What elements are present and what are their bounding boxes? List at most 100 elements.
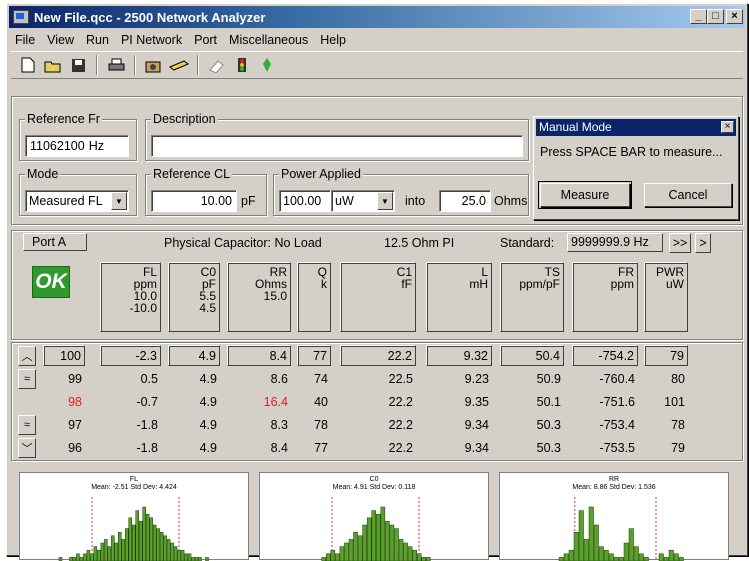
- histogram-bar: [643, 557, 649, 561]
- histogram-bar: [403, 542, 408, 561]
- cell-q: 77: [314, 440, 328, 455]
- menu-miscellaneous[interactable]: Miscellaneous: [223, 33, 314, 47]
- histogram-bar: [578, 510, 584, 561]
- histogram-bar: [128, 517, 133, 561]
- histogram-bar: [114, 542, 119, 561]
- next-all-button[interactable]: >>: [669, 233, 691, 253]
- new-file-icon[interactable]: [17, 54, 39, 76]
- histogram-bar: [69, 557, 73, 561]
- column-header-fr: FR ppm: [572, 262, 638, 332]
- histogram-bar: [339, 546, 345, 561]
- row-id[interactable]: 97: [43, 414, 85, 435]
- up-icon: ︿: [21, 351, 33, 363]
- cell-c0: 4.9: [199, 394, 217, 409]
- histogram-bar: [100, 542, 105, 561]
- power-applied-input[interactable]: 100.00: [279, 190, 331, 212]
- camera-icon[interactable]: [143, 54, 165, 76]
- chevron-down-icon[interactable]: ▼: [377, 192, 393, 210]
- menu-file[interactable]: File: [9, 33, 41, 47]
- menu-view[interactable]: View: [41, 33, 80, 47]
- histogram-plot: [558, 497, 684, 561]
- cell-ts: 50.3: [536, 440, 561, 455]
- histogram-bar: [658, 553, 664, 561]
- reference-cl-label: Reference CL: [151, 167, 233, 181]
- tape-icon[interactable]: [168, 54, 190, 76]
- mode-select[interactable]: Measured FL ▼: [25, 190, 129, 212]
- cell-c1: 22.5: [388, 371, 413, 386]
- histogram-bar: [145, 513, 150, 561]
- pi-network-label: 12.5 Ohm PI: [384, 236, 455, 250]
- page-up-button[interactable]: ≈: [18, 369, 36, 389]
- mode-label: Mode: [25, 167, 61, 181]
- menu-port[interactable]: Port: [188, 33, 223, 47]
- menu-run[interactable]: Run: [80, 33, 115, 47]
- traffic-light-icon[interactable]: [231, 54, 253, 76]
- histogram-title: C0: [369, 476, 379, 483]
- histogram-bar: [357, 535, 363, 561]
- cell-q: 74: [314, 371, 328, 386]
- cell-c0: 4.9: [168, 345, 220, 366]
- cell-pwr: 79: [644, 345, 688, 366]
- scroll-up-button[interactable]: ︿: [18, 346, 36, 366]
- column-header-pwr: PWR uW: [644, 262, 688, 332]
- histogram-bar: [93, 546, 98, 561]
- histogram-bar: [573, 531, 579, 561]
- open-folder-icon[interactable]: [42, 54, 64, 76]
- histogram-bar: [558, 557, 564, 561]
- scroll-down-button[interactable]: ﹀: [18, 438, 36, 458]
- page-down-button[interactable]: ≈: [18, 415, 36, 435]
- row-id[interactable]: 96: [43, 437, 85, 458]
- minimize-button[interactable]: _: [690, 9, 707, 24]
- histogram-bar: [638, 553, 644, 561]
- app-window: New File.qcc - 2500 Network Analyzer _ □…: [6, 3, 748, 561]
- mode-value: Measured FL: [29, 194, 103, 208]
- histogram-bar: [421, 557, 427, 561]
- menu-pi-network[interactable]: PI Network: [115, 33, 188, 47]
- histogram-title: FL: [129, 476, 139, 483]
- histogram-bar: [673, 553, 679, 561]
- cancel-button[interactable]: Cancel: [644, 183, 732, 207]
- load-ohms-input[interactable]: 25.0: [439, 190, 491, 212]
- reference-cl-input[interactable]: 10.00: [151, 190, 237, 212]
- histogram-bar: [72, 557, 77, 561]
- maximize-button[interactable]: □: [707, 9, 724, 24]
- eraser-icon[interactable]: [206, 54, 228, 76]
- cell-rr: 8.4: [227, 345, 291, 366]
- save-icon[interactable]: [67, 54, 89, 76]
- cell-pwr: 80: [671, 371, 685, 386]
- row-id[interactable]: 100: [43, 345, 85, 366]
- menu-help[interactable]: Help: [314, 33, 352, 47]
- histogram-bar: [583, 539, 589, 561]
- chevron-down-icon[interactable]: ▼: [111, 192, 127, 210]
- column-header-unit: fF: [401, 277, 412, 291]
- pin-icon[interactable]: [256, 54, 278, 76]
- cell-l: 9.23: [464, 371, 489, 386]
- cell-fl: -1.8: [136, 440, 158, 455]
- next-button[interactable]: >: [695, 233, 711, 253]
- cell-fr: -754.2: [572, 345, 638, 366]
- measure-button[interactable]: Measure: [538, 181, 632, 209]
- row-id[interactable]: 99: [43, 368, 85, 389]
- histogram-bar: [107, 546, 112, 561]
- histogram-bar: [633, 546, 639, 561]
- reference-frequency-field[interactable]: 11062100 Hz: [25, 135, 129, 157]
- column-header-l1: 15.0: [263, 289, 287, 303]
- cell-ts: 50.9: [536, 371, 561, 386]
- histogram-bar: [613, 557, 619, 561]
- print-icon[interactable]: [105, 54, 127, 76]
- load-ohms-unit: Ohms: [494, 194, 528, 208]
- toolbar-separator: [197, 55, 199, 75]
- description-input[interactable]: [151, 135, 523, 157]
- cell-l: 9.32: [426, 345, 492, 366]
- histogram-bar: [348, 539, 354, 561]
- column-header-unit: uW: [666, 277, 684, 291]
- cell-q: 78: [314, 417, 328, 432]
- histogram-bar: [135, 510, 139, 561]
- row-id[interactable]: 98: [43, 391, 85, 412]
- close-button[interactable]: ×: [726, 9, 743, 24]
- column-header-c1: C1 fF: [340, 262, 416, 332]
- histogram-bar: [426, 557, 431, 561]
- manual-mode-close-icon[interactable]: ×: [721, 121, 734, 133]
- histogram-bar: [118, 531, 122, 561]
- power-unit-select[interactable]: uW ▼: [331, 190, 395, 212]
